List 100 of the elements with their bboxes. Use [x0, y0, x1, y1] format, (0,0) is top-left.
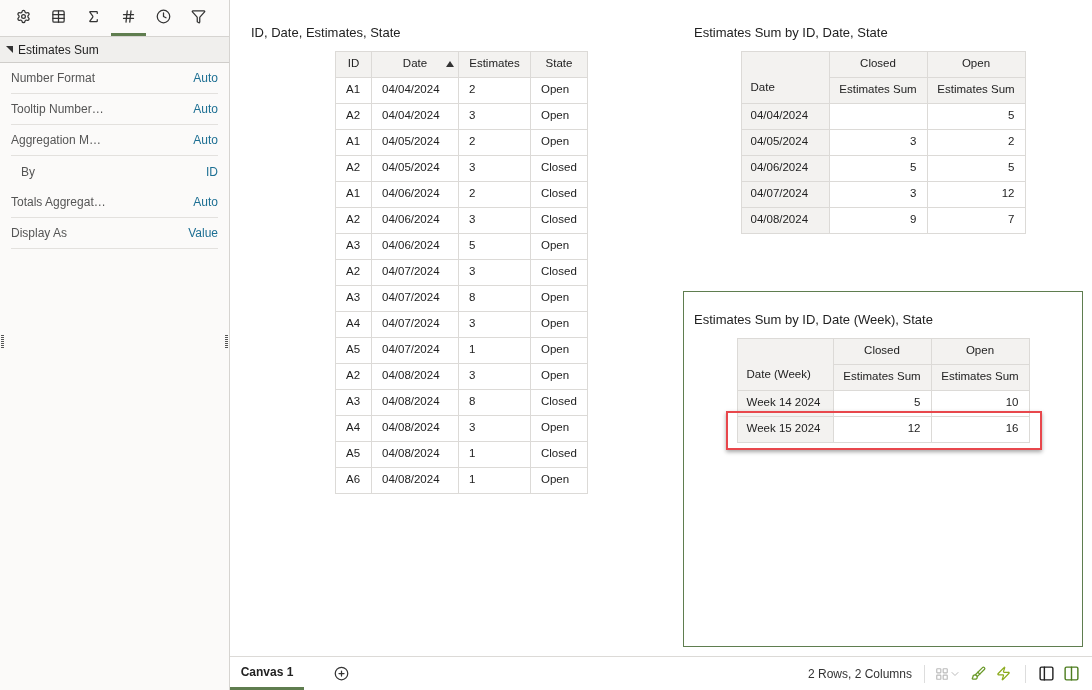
lightning-button[interactable] — [996, 666, 1011, 681]
property-label: Display As — [11, 225, 68, 242]
table-cell: 04/06/2024 — [372, 233, 459, 260]
property-value[interactable]: ID — [206, 162, 218, 181]
table-cell: 04/08/2024 — [372, 467, 459, 494]
table-cell: 12 — [927, 181, 1026, 208]
clock-icon — [156, 9, 171, 24]
table-cell: 3 — [829, 129, 928, 156]
filter-icon — [191, 9, 206, 24]
row-label-cell: Week 15 2024 — [737, 416, 834, 443]
table-cell: 04/08/2024 — [372, 363, 459, 390]
table-cell: Closed — [531, 207, 588, 234]
table-cell: 04/05/2024 — [372, 155, 459, 182]
property-label: By — [20, 163, 35, 181]
table-cell: 1 — [459, 467, 531, 494]
column-group-header: Open — [931, 338, 1030, 365]
table-cell: Open — [531, 233, 588, 260]
property-label: Number Format — [11, 70, 96, 87]
table-cell: Open — [531, 103, 588, 130]
table-cell: 5 — [927, 155, 1026, 182]
table-cell: A2 — [336, 155, 372, 182]
table-cell: Open — [531, 311, 588, 338]
table-cell: A4 — [336, 311, 372, 338]
visualization-panel[interactable]: Estimates Sum by ID, Date (Week), State Date (Week) Closed Estimates Sum Open Estimates Sum Week 14 2024 5 10 Week 15 2024 12 16 — [683, 291, 1083, 647]
table-cell: 04/07/2024 — [372, 259, 459, 286]
table-cell: 04/04/2024 — [372, 77, 459, 104]
resize-handle[interactable] — [1, 335, 4, 349]
property-label: Aggregation M… — [11, 132, 102, 149]
table-cell: 7 — [927, 207, 1026, 234]
table-cell: A2 — [336, 259, 372, 286]
property-value[interactable]: Auto — [193, 100, 218, 118]
table-cell: 04/07/2024 — [372, 285, 459, 312]
table-cell: 3 — [459, 311, 531, 338]
table-cell: 04/07/2024 — [372, 311, 459, 338]
section-header[interactable]: Estimates Sum — [0, 37, 229, 63]
table-cell: Open — [531, 77, 588, 104]
table-cell: A1 — [336, 181, 372, 208]
table-cell: Open — [531, 415, 588, 442]
table-cell: A2 — [336, 207, 372, 234]
measure-header: Estimates Sum — [833, 364, 932, 391]
table-cell: 2 — [459, 129, 531, 156]
table-cell: 8 — [459, 285, 531, 312]
table-cell: 3 — [459, 103, 531, 130]
table-cell: 3 — [829, 181, 928, 208]
column-header[interactable]: ID — [336, 51, 372, 78]
row-label-cell: 04/08/2024 — [741, 207, 830, 234]
property-value[interactable]: Auto — [193, 131, 218, 149]
table-cell: A6 — [336, 467, 372, 494]
visualization-panel[interactable]: Estimates Sum by ID, Date, State Date Closed Estimates Sum Open Estimates Sum 04/04/2024 5 04/05/2024 3 2 04/06/2024 5 5 04/07/2024 3 12 04/08/2024 9 7 — [683, 4, 1083, 291]
measure-header: Estimates Sum — [829, 77, 928, 104]
sigma-icon — [86, 9, 101, 24]
table-cell: 2 — [459, 181, 531, 208]
table-cell: 1 — [459, 337, 531, 364]
table-cell: 2 — [927, 129, 1026, 156]
row-label-cell: 04/04/2024 — [741, 103, 830, 130]
table-cell: Closed — [531, 181, 588, 208]
row-header: Date (Week) — [746, 367, 811, 383]
column-header[interactable]: State — [531, 51, 588, 78]
table-cell: A3 — [336, 233, 372, 260]
table-cell: A4 — [336, 415, 372, 442]
table-cell: 3 — [459, 155, 531, 182]
table-cell: 04/04/2024 — [372, 103, 459, 130]
add-canvas-button[interactable] — [334, 666, 349, 681]
row-label-cell: 04/07/2024 — [741, 181, 830, 208]
column-group-header: Open — [927, 51, 1026, 78]
panel-columns-button[interactable] — [1063, 665, 1080, 682]
table-cell: Closed — [531, 441, 588, 468]
column-group-header: Closed — [829, 51, 928, 78]
canvas-tab[interactable]: Canvas 1 — [230, 657, 304, 690]
visualization-title: Estimates Sum by ID, Date (Week), State — [693, 311, 934, 329]
table-cell: Open — [531, 129, 588, 156]
table-cell: A5 — [336, 337, 372, 364]
visualization-title: Estimates Sum by ID, Date, State — [693, 24, 889, 42]
table-cell: Closed — [531, 155, 588, 182]
panel-left-button[interactable] — [1038, 665, 1055, 682]
column-header[interactable]: Estimates — [459, 51, 531, 78]
table-cell: 3 — [459, 363, 531, 390]
table-cell: Closed — [531, 389, 588, 416]
table-cell: 3 — [459, 415, 531, 442]
property-value[interactable]: Auto — [193, 69, 218, 87]
table-cell: 04/08/2024 — [372, 389, 459, 416]
table-cell: Closed — [531, 259, 588, 286]
row-label-cell: 04/05/2024 — [741, 129, 830, 156]
measure-header: Estimates Sum — [927, 77, 1026, 104]
column-header[interactable]: Date — [372, 51, 459, 78]
property-value[interactable]: Auto — [193, 193, 218, 211]
grid-size-label: 2 Rows, 2 Columns — [807, 665, 913, 683]
table-cell: 5 — [927, 103, 1026, 130]
table-cell: A5 — [336, 441, 372, 468]
table-icon — [51, 9, 66, 24]
row-header: Date — [750, 80, 775, 96]
measure-header: Estimates Sum — [931, 364, 1030, 391]
visualization-title: ID, Date, Estimates, State — [250, 24, 402, 42]
brush-button[interactable] — [971, 666, 986, 681]
property-label: Tooltip Number… — [11, 101, 104, 118]
table-cell: 3 — [459, 207, 531, 234]
resize-handle[interactable] — [225, 335, 228, 349]
table-cell: 5 — [829, 155, 928, 182]
property-value[interactable]: Value — [188, 224, 218, 242]
table-cell: 5 — [459, 233, 531, 260]
